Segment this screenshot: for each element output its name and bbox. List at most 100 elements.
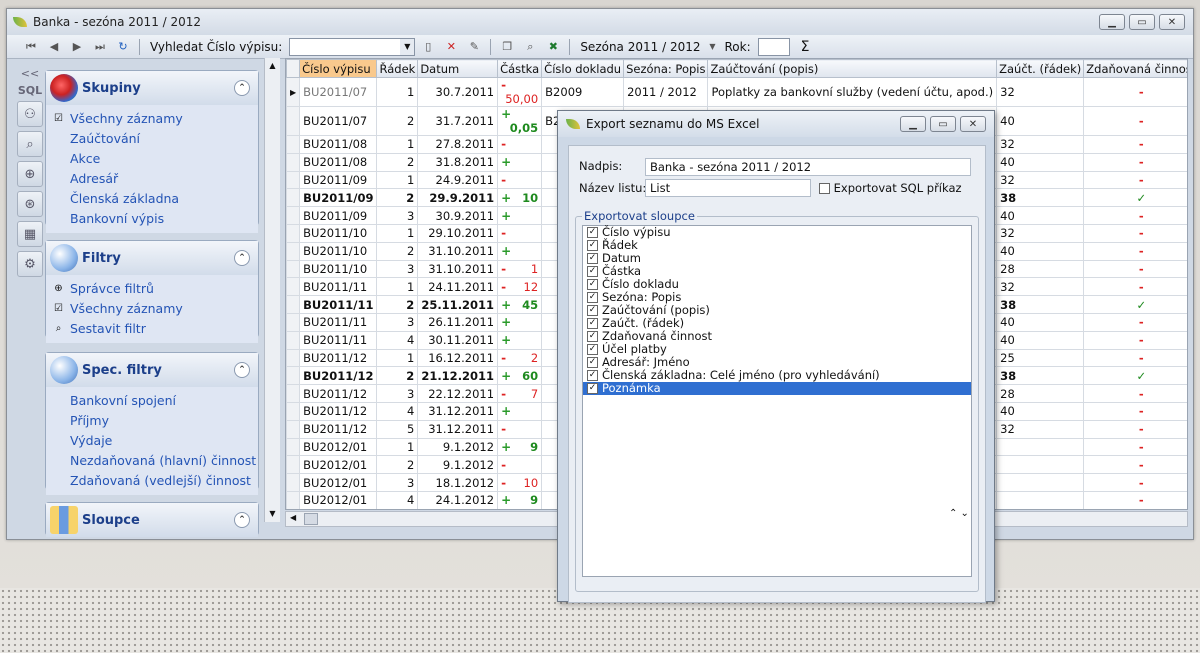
column-header[interactable]: Číslo dokladu: [541, 59, 625, 78]
column-header[interactable]: Číslo výpisu: [299, 59, 378, 78]
scroll-thumb[interactable]: [304, 513, 318, 525]
collapse-panel-icon[interactable]: ⌃: [234, 362, 250, 378]
row-selector: [286, 312, 301, 332]
panel-item-spravce[interactable]: ⊕ Správce filtrů: [46, 279, 258, 299]
checkbox-checked-icon[interactable]: ✓: [587, 370, 598, 381]
panel-item-vydaje[interactable]: Výdaje: [46, 431, 258, 451]
copy-icon[interactable]: ❐: [497, 38, 517, 56]
column-header[interactable]: Řádek: [376, 59, 419, 78]
list-scroll-arrows[interactable]: ⌃ ⌄: [949, 508, 969, 519]
season-dropdown-icon[interactable]: ▼: [707, 38, 717, 56]
checkbox-checked-icon[interactable]: ✓: [587, 292, 598, 303]
sum-button[interactable]: Σ: [801, 39, 810, 55]
preview-icon[interactable]: ⌕: [520, 38, 540, 56]
last-record-icon[interactable]: ⏭: [90, 38, 110, 56]
column-header[interactable]: Zaúčtování (popis): [707, 59, 998, 78]
checkbox-checked-icon[interactable]: ✓: [587, 227, 598, 238]
scroll-down-icon[interactable]: ▼: [265, 506, 280, 522]
scroll-left-icon[interactable]: ◀: [290, 513, 296, 522]
export-column-label: Částka: [602, 264, 642, 278]
export-column-item[interactable]: ✓ Poznámka: [583, 382, 971, 395]
export-column-label: Datum: [602, 251, 641, 265]
checkbox-checked-icon[interactable]: ✓: [587, 344, 598, 355]
panel-scrollbar[interactable]: ▲ ▼: [264, 58, 280, 522]
checkbox-checked-icon[interactable]: ✓: [587, 318, 598, 329]
nadpis-input[interactable]: Banka - sezóna 2011 / 2012: [645, 158, 971, 176]
delete-icon[interactable]: ✕: [441, 38, 461, 56]
next-record-icon[interactable]: ▶: [67, 38, 87, 56]
minimize-button[interactable]: ▁: [1099, 14, 1125, 30]
new-document-icon[interactable]: ▯: [418, 38, 438, 56]
export-column-item[interactable]: ✓ Číslo výpisu: [583, 226, 971, 239]
edit-icon[interactable]: ✎: [464, 38, 484, 56]
panel-item-zdanovana[interactable]: Zdaňovaná (vedlejší) činnost: [46, 471, 258, 491]
checkbox-checked-icon[interactable]: ✓: [587, 253, 598, 264]
dialog-maximize-button[interactable]: ▭: [930, 116, 956, 132]
column-header[interactable]: Zdaňovaná činnost: [1083, 59, 1187, 78]
collapse-toggle[interactable]: <<: [21, 67, 39, 80]
collapse-panel-icon[interactable]: ⌃: [234, 250, 250, 266]
cell-datum: 26.11.2011: [417, 312, 499, 332]
cell-radek: 4: [376, 490, 419, 509]
checkbox-checked-icon[interactable]: ✓: [587, 279, 598, 290]
checkbox-checked-icon[interactable]: ✓: [587, 305, 598, 316]
prev-record-icon[interactable]: ◀: [44, 38, 64, 56]
scroll-up-icon[interactable]: ▲: [265, 58, 280, 74]
cell-castka: +60: [497, 366, 543, 386]
checkbox-checked-icon[interactable]: ✓: [587, 383, 598, 394]
cell-datum: 24.11.2011: [417, 277, 499, 297]
panel-item-all-filters[interactable]: ☑ Všechny záznamy: [46, 299, 258, 319]
checkbox-checked-icon[interactable]: ✓: [587, 331, 598, 342]
column-header[interactable]: Datum: [417, 59, 499, 78]
panel-item-sestavit[interactable]: ⌕ Sestavit filtr: [46, 319, 258, 339]
sheet-name-input[interactable]: List: [645, 179, 811, 197]
special-filter-icon[interactable]: ⊛: [17, 191, 43, 217]
dialog-minimize-button[interactable]: ▁: [900, 116, 926, 132]
panel-item-bankovni[interactable]: Bankovní výpis: [46, 209, 258, 229]
export-column-item[interactable]: ✓ Datum: [583, 252, 971, 265]
dialog-close-button[interactable]: ✕: [960, 116, 986, 132]
export-sql-checkbox[interactable]: Exportovat SQL příkaz: [819, 181, 962, 195]
cell-vypis: BU2011/08: [299, 152, 378, 172]
refresh-icon[interactable]: ↻: [113, 38, 133, 56]
collapse-panel-icon[interactable]: ⌃: [234, 80, 250, 96]
checkbox-checked-icon[interactable]: ✓: [587, 266, 598, 277]
panel-item-spojeni[interactable]: Bankovní spojení: [46, 391, 258, 411]
rok-input[interactable]: [757, 37, 790, 56]
panel-sloupce: Sloupce ⌃: [45, 502, 259, 537]
groups-icon[interactable]: ⚇: [17, 101, 43, 127]
season-selector[interactable]: Sezóna 2011 / 2012: [580, 40, 700, 54]
cell-zauct-radek: 40: [996, 206, 1085, 225]
search-filter-icon[interactable]: ⊕: [17, 161, 43, 187]
column-header[interactable]: Sezóna: Popis: [623, 59, 709, 78]
cell-radek: 2: [376, 188, 419, 208]
panel-item-zauctovani[interactable]: Zaúčtování: [46, 129, 258, 149]
export-column-item[interactable]: ✓ Řádek: [583, 239, 971, 252]
filter-icon[interactable]: ⌕: [17, 131, 43, 157]
search-combobox[interactable]: ▼: [289, 37, 416, 56]
panel-item-clenska[interactable]: Členská základna: [46, 189, 258, 209]
panel-item-nezdanovana[interactable]: Nezdaňovaná (hlavní) činnost: [46, 451, 258, 471]
table-row[interactable]: ▶ BU2011/07 1 30.7.2011-50,00 B2009 2011 / 20…: [286, 77, 1187, 107]
cell-vypis: BU2011/12: [299, 419, 378, 439]
excel-export-icon[interactable]: ✖: [543, 38, 563, 56]
panel-item-adresar[interactable]: Adresář: [46, 169, 258, 189]
panel-item-akce[interactable]: Akce: [46, 149, 258, 169]
sql-button[interactable]: SQL: [18, 84, 42, 97]
checkbox-checked-icon[interactable]: ✓: [587, 357, 598, 368]
panel-item-all[interactable]: ☑ Všechny záznamy: [46, 109, 258, 129]
gear-icon[interactable]: ⚙: [17, 251, 43, 277]
collapse-panel-icon[interactable]: ⌃: [234, 512, 250, 528]
columns-icon[interactable]: ▦: [17, 221, 43, 247]
minus-icon: -: [1083, 170, 1187, 190]
maximize-button[interactable]: ▭: [1129, 14, 1155, 30]
column-header[interactable]: Částka: [497, 59, 543, 78]
first-record-icon[interactable]: ⏮: [21, 38, 41, 56]
chevron-down-icon[interactable]: ▼: [400, 38, 415, 55]
panel-item-prijmy[interactable]: Příjmy: [46, 411, 258, 431]
column-header[interactable]: Zaúčt. (řádek): [996, 59, 1085, 78]
minus-icon: -: [501, 78, 507, 93]
row-selector: [286, 490, 301, 509]
close-button[interactable]: ✕: [1159, 14, 1185, 30]
checkbox-checked-icon[interactable]: ✓: [587, 240, 598, 251]
